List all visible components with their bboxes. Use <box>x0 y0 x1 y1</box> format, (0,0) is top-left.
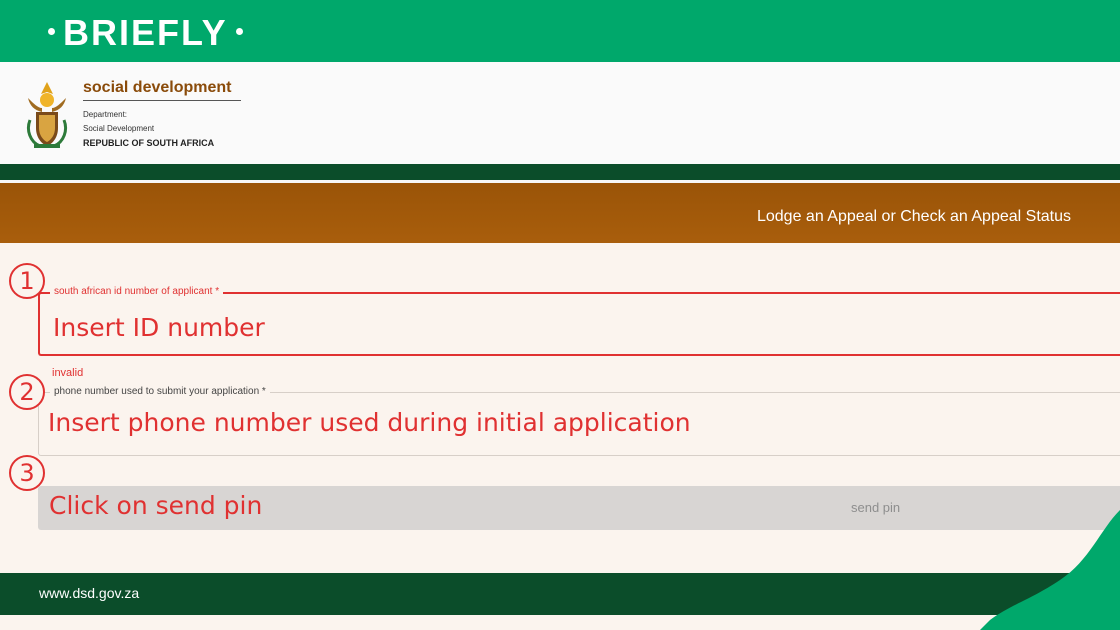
phone-number-annotation: Insert phone number used during initial … <box>48 408 691 437</box>
step-1-marker: 1 <box>9 263 45 299</box>
id-number-label: south african id number of applicant * <box>50 286 224 297</box>
briefly-logo-text: BRIEFLY <box>63 12 228 53</box>
coat-of-arms-icon <box>26 82 68 148</box>
org-department-label: Department: <box>83 110 128 119</box>
org-sub-department: Social Development <box>83 124 155 133</box>
id-number-annotation: Insert ID number <box>53 313 265 342</box>
id-number-error: invalid <box>52 367 84 379</box>
org-country: REPUBLIC OF SOUTH AFRICA <box>83 138 215 148</box>
site-header <box>0 62 1120 164</box>
send-pin-annotation: Click on send pin <box>49 491 263 520</box>
send-pin-label[interactable]: send pin <box>851 500 900 515</box>
footer-url-link[interactable]: www.dsd.gov.za <box>39 585 139 601</box>
phone-number-label: phone number used to submit your applica… <box>50 386 270 397</box>
dot-icon <box>235 27 243 35</box>
step-2-marker: 2 <box>9 374 45 410</box>
step-3-marker: 3 <box>9 455 45 491</box>
header-green-stripe <box>0 164 1120 180</box>
briefly-corner-blob <box>980 510 1120 630</box>
dot-icon <box>48 27 55 35</box>
org-name: social development <box>83 79 241 101</box>
page-title: Lodge an Appeal or Check an Appeal Statu… <box>756 208 1071 225</box>
briefly-logo: BRIEFLY <box>40 12 251 54</box>
